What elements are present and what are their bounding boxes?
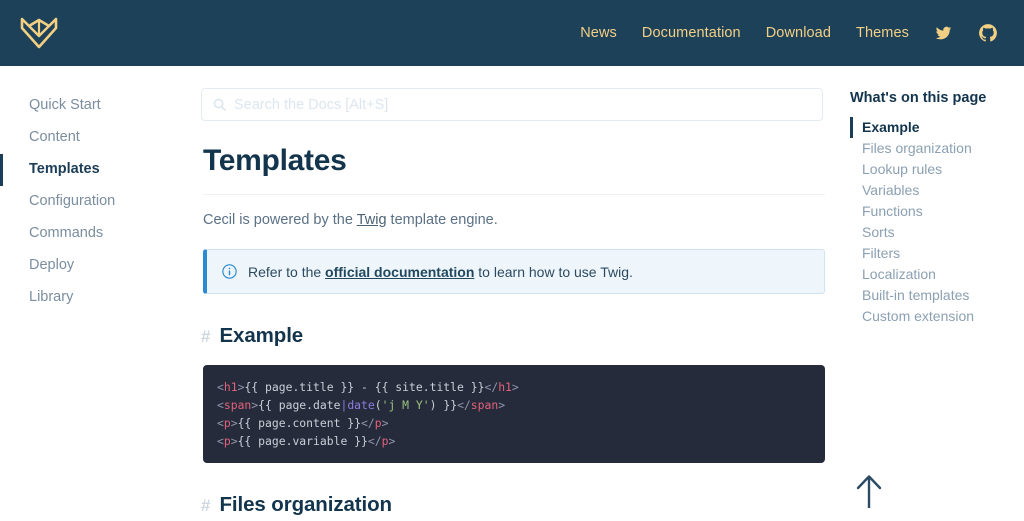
magnifier-glyph (212, 97, 227, 112)
nav-item-news[interactable]: News (580, 25, 617, 41)
nav-item-themes[interactable]: Themes (856, 25, 909, 41)
main-nav: News Documentation Download Themes (580, 23, 998, 43)
official-documentation-link[interactable]: official documentation (325, 264, 474, 280)
twitter-bird-glyph (934, 25, 953, 42)
code-block: <h1>{{ page.title }} - {{ site.title }}<… (203, 365, 825, 463)
code-line: <p>{{ page.variable }}</p> (217, 432, 811, 450)
github-cat-glyph (978, 23, 998, 43)
callout-text: Refer to the official documentation to l… (248, 264, 633, 280)
toc-item-built-in-templates[interactable]: Built-in templates (850, 285, 1024, 306)
twitter-icon[interactable] (934, 25, 953, 42)
twig-link[interactable]: Twig (357, 212, 387, 228)
info-glyph (221, 263, 238, 280)
sidebar-item-templates[interactable]: Templates (0, 154, 185, 186)
info-callout: Refer to the official documentation to l… (203, 249, 825, 294)
nav-item-download[interactable]: Download (766, 25, 831, 41)
heading-example: Example (219, 324, 303, 348)
callout-text-before: Refer to the (248, 264, 325, 280)
sidebar-list: Quick Start Content Templates Configurat… (0, 90, 185, 314)
site-header: News Documentation Download Themes (0, 0, 1024, 66)
code-line: <h1>{{ page.title }} - {{ site.title }}<… (217, 378, 811, 396)
site-logo[interactable] (18, 15, 60, 51)
page-body: Quick Start Content Templates Configurat… (0, 66, 1024, 521)
search-icon (212, 97, 227, 112)
heading-anchor-icon[interactable]: # (201, 496, 210, 516)
toc-item-lookup-rules[interactable]: Lookup rules (850, 159, 1024, 180)
arrow-up-icon (854, 470, 884, 512)
search-box[interactable] (201, 88, 823, 121)
heading-files-organization: Files organization (219, 493, 391, 517)
toc-item-files-organization[interactable]: Files organization (850, 138, 1024, 159)
sidebar-item-library[interactable]: Library (0, 282, 185, 314)
back-to-top-button[interactable] (854, 470, 884, 517)
sidebar-item-deploy[interactable]: Deploy (0, 250, 185, 282)
toc-item-custom-extension[interactable]: Custom extension (850, 306, 1024, 327)
toc-item-filters[interactable]: Filters (850, 243, 1024, 264)
toc-item-sorts[interactable]: Sorts (850, 222, 1024, 243)
sidebar-item-content[interactable]: Content (0, 122, 185, 154)
toc-item-example[interactable]: Example (850, 117, 1024, 138)
table-of-contents: What's on this page Example Files organi… (842, 66, 1024, 521)
toc-item-functions[interactable]: Functions (850, 201, 1024, 222)
toc-item-localization[interactable]: Localization (850, 264, 1024, 285)
sidebar-item-commands[interactable]: Commands (0, 218, 185, 250)
intro-text-after: template engine. (387, 212, 498, 228)
title-divider (203, 194, 825, 195)
docs-sidebar: Quick Start Content Templates Configurat… (0, 66, 185, 521)
cecil-logo-icon (18, 15, 60, 51)
code-line: <span>{{ page.date|date('j M Y') }}</spa… (217, 396, 811, 414)
section-heading-example: # Example (187, 324, 842, 348)
intro-text-before: Cecil is powered by the (203, 212, 357, 228)
heading-anchor-icon[interactable]: # (201, 327, 210, 347)
nav-item-documentation[interactable]: Documentation (642, 25, 741, 41)
github-icon[interactable] (978, 23, 998, 43)
page-title: Templates (203, 144, 842, 178)
search-input[interactable] (234, 97, 812, 113)
toc-list: Example Files organization Lookup rules … (850, 117, 1024, 327)
intro-paragraph: Cecil is powered by the Twig template en… (203, 212, 842, 228)
sidebar-item-quick-start[interactable]: Quick Start (0, 90, 185, 122)
toc-item-variables[interactable]: Variables (850, 180, 1024, 201)
callout-text-after: to learn how to use Twig. (474, 264, 633, 280)
main-content: Templates Cecil is powered by the Twig t… (185, 66, 842, 521)
toc-title: What's on this page (850, 90, 1024, 106)
info-circle-icon (221, 263, 238, 280)
sidebar-item-configuration[interactable]: Configuration (0, 186, 185, 218)
code-line: <p>{{ page.content }}</p> (217, 414, 811, 432)
section-heading-files-organization: # Files organization (187, 493, 842, 517)
